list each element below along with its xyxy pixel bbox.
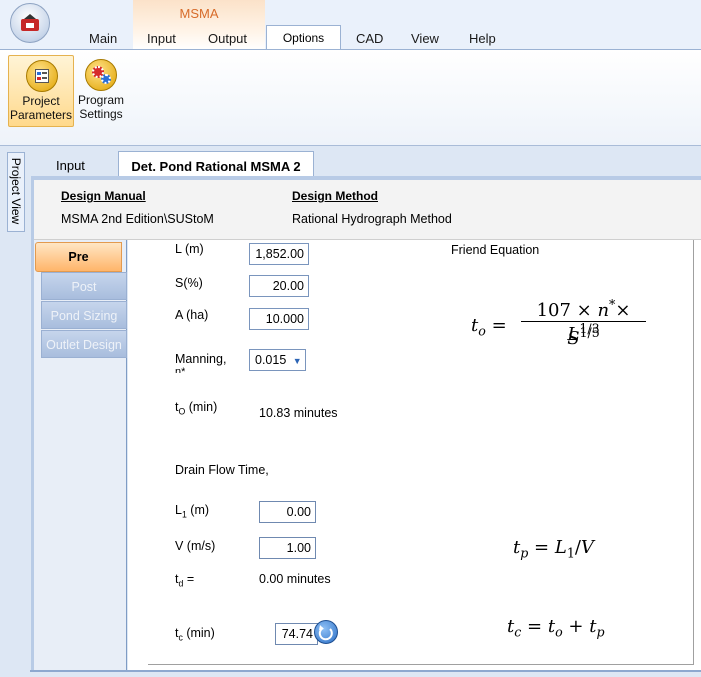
slope-label: S(%) [175, 276, 203, 290]
manning-selected-value: 0.015 [255, 353, 287, 367]
doc-tab-det-pond[interactable]: Det. Pond Rational MSMA 2 [118, 151, 314, 178]
drain-length-input[interactable]: 0.00 [259, 501, 316, 523]
program-settings-button[interactable]: Program Settings [75, 55, 127, 127]
length-input[interactable]: 1,852.00 [249, 243, 309, 265]
area-input[interactable]: 10.000 [249, 308, 309, 330]
side-tab-post[interactable]: Post [41, 272, 127, 300]
total-time-value: 74.74 [275, 623, 318, 645]
tab-view[interactable]: View [411, 31, 439, 46]
velocity-label: V (m/s) [175, 539, 216, 553]
area-label: A (ha) [175, 308, 209, 322]
total-time-label: tc (min) [175, 626, 215, 643]
project-parameters-icon [26, 60, 58, 92]
drain-time-label: td = [175, 572, 195, 589]
drain-length-label: L1 (m) [175, 503, 210, 520]
manning-symbol-label: n* [175, 366, 186, 373]
friend-equation-title: Friend Equation [451, 243, 540, 257]
length-label: L (m) [175, 242, 204, 256]
project-parameters-label-2: Parameters [9, 108, 73, 122]
tab-options[interactable]: Options [266, 25, 341, 51]
tab-input[interactable]: Input [147, 31, 176, 46]
content-border [693, 240, 694, 665]
design-manual-heading: Design Manual [61, 189, 146, 203]
project-parameters-label-1: Project [22, 94, 60, 108]
design-manual-value: MSMA 2nd Edition\SUStoM [61, 212, 214, 226]
drain-time-value: 0.00 minutes [259, 572, 331, 586]
tab-output[interactable]: Output [208, 31, 247, 46]
side-tab-pre[interactable]: Pre [35, 242, 122, 272]
drain-time-equation: tp = L1/V [513, 537, 594, 561]
program-settings-icon [85, 59, 117, 91]
velocity-input[interactable]: 1.00 [259, 537, 316, 559]
tab-help[interactable]: Help [469, 31, 496, 46]
total-time-equation: tc = to + tp [507, 616, 605, 640]
design-method-value: Rational Hydrograph Method [292, 212, 452, 226]
side-tab-outlet-design[interactable]: Outlet Design [41, 330, 127, 358]
chevron-down-icon: ▼ [292, 356, 302, 366]
program-settings-label-2: Settings [79, 107, 123, 121]
slope-input[interactable]: 20.00 [249, 275, 309, 297]
manning-dropdown[interactable]: 0.015 ▼ [249, 349, 306, 371]
side-tab-pond-sizing[interactable]: Pond Sizing [41, 301, 127, 329]
tab-cad[interactable]: CAD [356, 31, 383, 46]
app-logo-icon [21, 14, 39, 31]
doc-tab-input[interactable]: Input [56, 158, 85, 173]
project-view-label: Project View [9, 157, 23, 225]
refresh-icon [318, 625, 333, 641]
app-menu-button[interactable] [10, 3, 50, 43]
friend-equation-formula: to = 107 × n*× L1/3 S1/5 [471, 297, 651, 349]
context-group-label: MSMA [179, 6, 219, 21]
refresh-calc-button[interactable] [314, 620, 338, 644]
project-parameters-button[interactable]: Project Parameters [8, 55, 74, 127]
project-view-dock-tab[interactable]: Project View [7, 152, 25, 232]
status-bar [30, 670, 701, 677]
content-bottom-border [148, 664, 693, 665]
manning-label: Manning, [175, 352, 227, 366]
design-method-heading: Design Method [292, 189, 378, 203]
drain-flow-heading: Drain Flow Time, [175, 463, 269, 477]
overland-time-value: 10.83 minutes [259, 406, 338, 420]
program-settings-label-1: Program [77, 93, 124, 107]
time-of-concentration-label: tO (min) [175, 400, 218, 417]
tab-main[interactable]: Main [89, 31, 117, 46]
